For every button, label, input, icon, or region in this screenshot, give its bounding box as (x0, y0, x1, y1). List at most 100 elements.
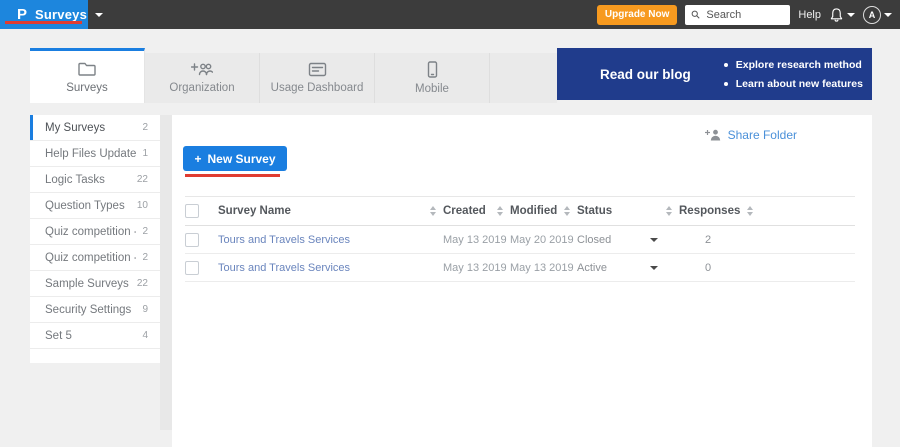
share-person-icon (705, 129, 721, 141)
header-survey-name: Survey Name (218, 205, 430, 217)
blog-bullet-text: Learn about new features (736, 78, 863, 90)
row-checkbox[interactable] (185, 261, 199, 275)
tab-label: Surveys (66, 82, 108, 94)
sidebar-item-quiz-competition-1[interactable]: Quiz competition - ... 2 (30, 219, 160, 245)
status-dropdown-caret[interactable] (650, 238, 658, 242)
notifications-menu[interactable] (829, 7, 855, 23)
search-input[interactable] (704, 8, 784, 22)
help-link[interactable]: Help (798, 9, 821, 21)
row-checkbox[interactable] (185, 233, 199, 247)
avatar-letter: A (869, 10, 876, 20)
select-all-checkbox[interactable] (185, 204, 199, 218)
avatar: A (863, 6, 881, 24)
sort-icon[interactable] (430, 206, 436, 216)
sidebar-scrollbar[interactable] (160, 115, 172, 430)
sidebar-item-count: 10 (137, 200, 148, 211)
sidebar-item-label: My Surveys (45, 122, 136, 134)
sidebar-item-logic-tasks[interactable]: Logic Tasks 22 (30, 167, 160, 193)
tab-label: Usage Dashboard (271, 82, 364, 94)
created-cell: May 13 2019 (430, 234, 497, 246)
sidebar-item-my-surveys[interactable]: My Surveys 2 (30, 115, 160, 141)
modified-cell: May 20 2019 (497, 234, 564, 246)
row-checkbox-cell (185, 233, 218, 247)
header-checkbox-cell (185, 204, 218, 218)
sidebar-item-security-settings[interactable]: Security Settings 9 (30, 297, 160, 323)
status-dropdown-caret[interactable] (650, 266, 658, 270)
sidebar-item-help-files-update[interactable]: Help Files Update 1 (30, 141, 160, 167)
upgrade-now-button[interactable]: Upgrade Now (597, 5, 677, 25)
created-date: May 13 2019 (430, 234, 507, 246)
sidebar-item-count: 1 (142, 148, 148, 159)
sort-icon[interactable] (666, 206, 672, 216)
sidebar-item-count: 9 (142, 304, 148, 315)
sidebar-item-question-types[interactable]: Question Types 10 (30, 193, 160, 219)
sidebar-item-count: 2 (142, 252, 148, 263)
status-value: Closed (564, 234, 611, 246)
sort-icon[interactable] (497, 206, 503, 216)
dashboard-icon (308, 62, 327, 77)
blog-bullets: Explore research method Learn about new … (724, 59, 863, 90)
header-modified: Modified (497, 205, 564, 217)
survey-name-cell: Tours and Travels Services (218, 234, 430, 246)
column-label: Status (577, 205, 612, 217)
blog-bullet-text: Explore research method (736, 59, 862, 71)
status-value: Active (564, 262, 607, 274)
new-survey-label: New Survey (207, 152, 275, 166)
survey-name-link[interactable]: Tours and Travels Services (218, 234, 350, 246)
search-icon (691, 9, 700, 20)
new-survey-button[interactable]: + New Survey (183, 146, 287, 171)
plus-icon: + (194, 152, 201, 166)
sidebar-item-sample-surveys[interactable]: Sample Surveys 22 (30, 271, 160, 297)
sidebar-item-count: 22 (137, 278, 148, 289)
sidebar-item-label: Security Settings (45, 304, 136, 316)
modified-cell: May 13 2019 (497, 262, 564, 274)
red-underline-annotation (5, 21, 82, 24)
sidebar-item-label: Quiz competition - ... (45, 252, 136, 264)
sidebar-item-quiz-competition-2[interactable]: Quiz competition - ... 2 (30, 245, 160, 271)
folders-sidebar: My Surveys 2 Help Files Update 1 Logic T… (30, 115, 160, 363)
column-label: Responses (679, 205, 740, 217)
responses-cell: 2 (666, 234, 745, 246)
sidebar-item-label: Quiz competition - ... (45, 226, 136, 238)
sidebar-item-count: 4 (142, 330, 148, 341)
sort-icon[interactable] (564, 206, 570, 216)
search-box[interactable] (685, 5, 790, 25)
brand-label: Surveys (35, 7, 87, 22)
blog-bullet-item: Explore research method (724, 59, 863, 71)
tab-label: Organization (169, 82, 234, 94)
folder-icon (77, 61, 97, 77)
tab-organization[interactable]: Organization (145, 53, 260, 103)
sidebar-item-count: 2 (142, 226, 148, 237)
brand-logo: P (17, 7, 27, 22)
share-folder-label: Share Folder (728, 128, 797, 142)
share-folder-link[interactable]: Share Folder (705, 128, 797, 142)
sidebar-item-label: Sample Surveys (45, 278, 131, 290)
sidebar-item-set-5[interactable]: Set 5 4 (30, 323, 160, 349)
tab-surveys[interactable]: Surveys (30, 48, 145, 103)
organization-icon (191, 62, 213, 77)
bullet-icon (724, 82, 728, 86)
blog-bullet-item: Learn about new features (724, 78, 863, 90)
tab-usage-dashboard[interactable]: Usage Dashboard (260, 53, 375, 103)
created-date: May 13 2019 (430, 262, 507, 274)
header-status: Status (564, 205, 666, 217)
column-label: Modified (510, 205, 557, 217)
tab-mobile[interactable]: Mobile (375, 53, 490, 103)
created-cell: May 13 2019 (430, 262, 497, 274)
sidebar-item-label: Question Types (45, 200, 131, 212)
survey-name-cell: Tours and Travels Services (218, 262, 430, 274)
bullet-icon (724, 63, 728, 67)
survey-name-link[interactable]: Tours and Travels Services (218, 262, 350, 274)
responses-count: 2 (666, 234, 711, 246)
account-menu[interactable]: A (863, 6, 892, 24)
column-label: Survey Name (218, 205, 291, 217)
responses-cell: 0 (666, 262, 745, 274)
read-blog-panel[interactable]: Read our blog Explore research method Le… (557, 48, 872, 100)
sort-icon[interactable] (747, 206, 753, 216)
table-row: Tours and Travels Services May 13 2019 M… (185, 226, 855, 254)
sidebar-item-label: Help Files Update (45, 148, 136, 160)
brand-surveys-menu[interactable]: P Surveys (0, 0, 88, 29)
sidebar-item-count: 22 (137, 174, 148, 185)
modified-date: May 20 2019 (497, 234, 574, 246)
bell-icon (829, 7, 844, 23)
